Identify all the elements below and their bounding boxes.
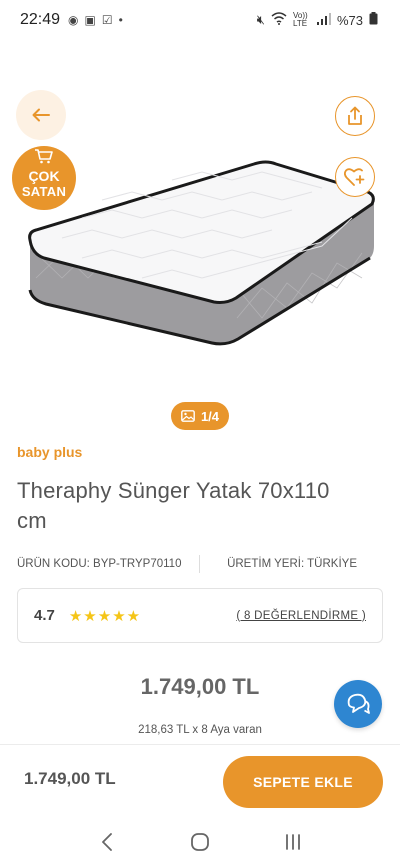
- add-to-favorites-button[interactable]: [335, 157, 375, 197]
- wifi-icon: [271, 12, 287, 28]
- brand-link[interactable]: baby plus: [17, 444, 82, 460]
- check-icon: ☑: [101, 13, 113, 27]
- nav-home-icon: [191, 833, 209, 851]
- network-label: Vo)) LTE: [292, 11, 308, 28]
- share-button[interactable]: [335, 96, 375, 136]
- mute-icon: 🔇︎: [256, 12, 265, 27]
- pager-count: 1/4: [200, 408, 220, 424]
- nav-back-icon: [101, 833, 112, 851]
- product-origin: ÜRETİM YERİ: TÜRKİYE: [227, 558, 357, 570]
- rating-stars: ★★★★★: [68, 607, 142, 625]
- nav-back-button[interactable]: [87, 822, 127, 862]
- nav-recents-button[interactable]: [273, 822, 313, 862]
- chat-icon: [347, 693, 370, 714]
- meta-divider: [199, 555, 201, 573]
- rating-box: 4.7 ★★★★★ ( 8 DEĞERLENDİRME ): [17, 588, 383, 643]
- product-image: [28, 160, 375, 346]
- rating-score: 4.7: [34, 607, 55, 624]
- notification-icon: ◉: [68, 13, 79, 27]
- dot-icon: •: [118, 13, 123, 27]
- badge-line1: ÇOK: [28, 167, 60, 184]
- bottom-bar: 1.749,00 TL SEPETE EKLE: [0, 744, 400, 818]
- reviews-link[interactable]: ( 8 DEĞERLENDİRME ): [236, 610, 366, 622]
- signal-icon: [316, 12, 331, 28]
- battery-icon: [369, 12, 378, 28]
- product-code: ÜRÜN KODU: BYP-TRYP70110: [17, 558, 182, 570]
- product-title: Theraphy Sünger Yatak 70x110 cm: [17, 478, 330, 533]
- heart-plus-icon: [344, 168, 365, 186]
- image-pager[interactable]: 1/4: [171, 402, 229, 430]
- status-time: 22:49: [20, 11, 61, 28]
- product-image-gallery[interactable]: ÇOK SATAN 1/4: [0, 40, 400, 430]
- share-icon: [348, 106, 362, 125]
- back-button[interactable]: [16, 90, 66, 140]
- product-meta: ÜRÜN KODU: BYP-TRYP70110 ÜRETİM YERİ: TÜ…: [17, 555, 383, 573]
- installment-info: 218,63 TL x 8 Aya varan: [138, 724, 262, 736]
- add-to-cart-button[interactable]: SEPETE EKLE: [223, 756, 383, 808]
- chat-button[interactable]: [334, 680, 382, 728]
- image-icon: [181, 410, 195, 422]
- cart-icon: [35, 149, 53, 164]
- badge-line2: SATAN: [21, 183, 67, 199]
- battery-percent: %73: [336, 12, 363, 28]
- status-bar: 22:49 ◉ ▣ ☑ • 🔇︎ Vo)) LTE %73: [0, 0, 400, 40]
- bestseller-badge: ÇOK SATAN: [12, 146, 76, 210]
- system-navigation: [0, 818, 400, 866]
- box-icon: ▣: [84, 13, 96, 27]
- bottom-price: 1.749,00 TL: [24, 769, 116, 788]
- back-arrow-icon: [32, 108, 50, 122]
- nav-home-button[interactable]: [180, 822, 220, 862]
- nav-recents-icon: [286, 834, 301, 850]
